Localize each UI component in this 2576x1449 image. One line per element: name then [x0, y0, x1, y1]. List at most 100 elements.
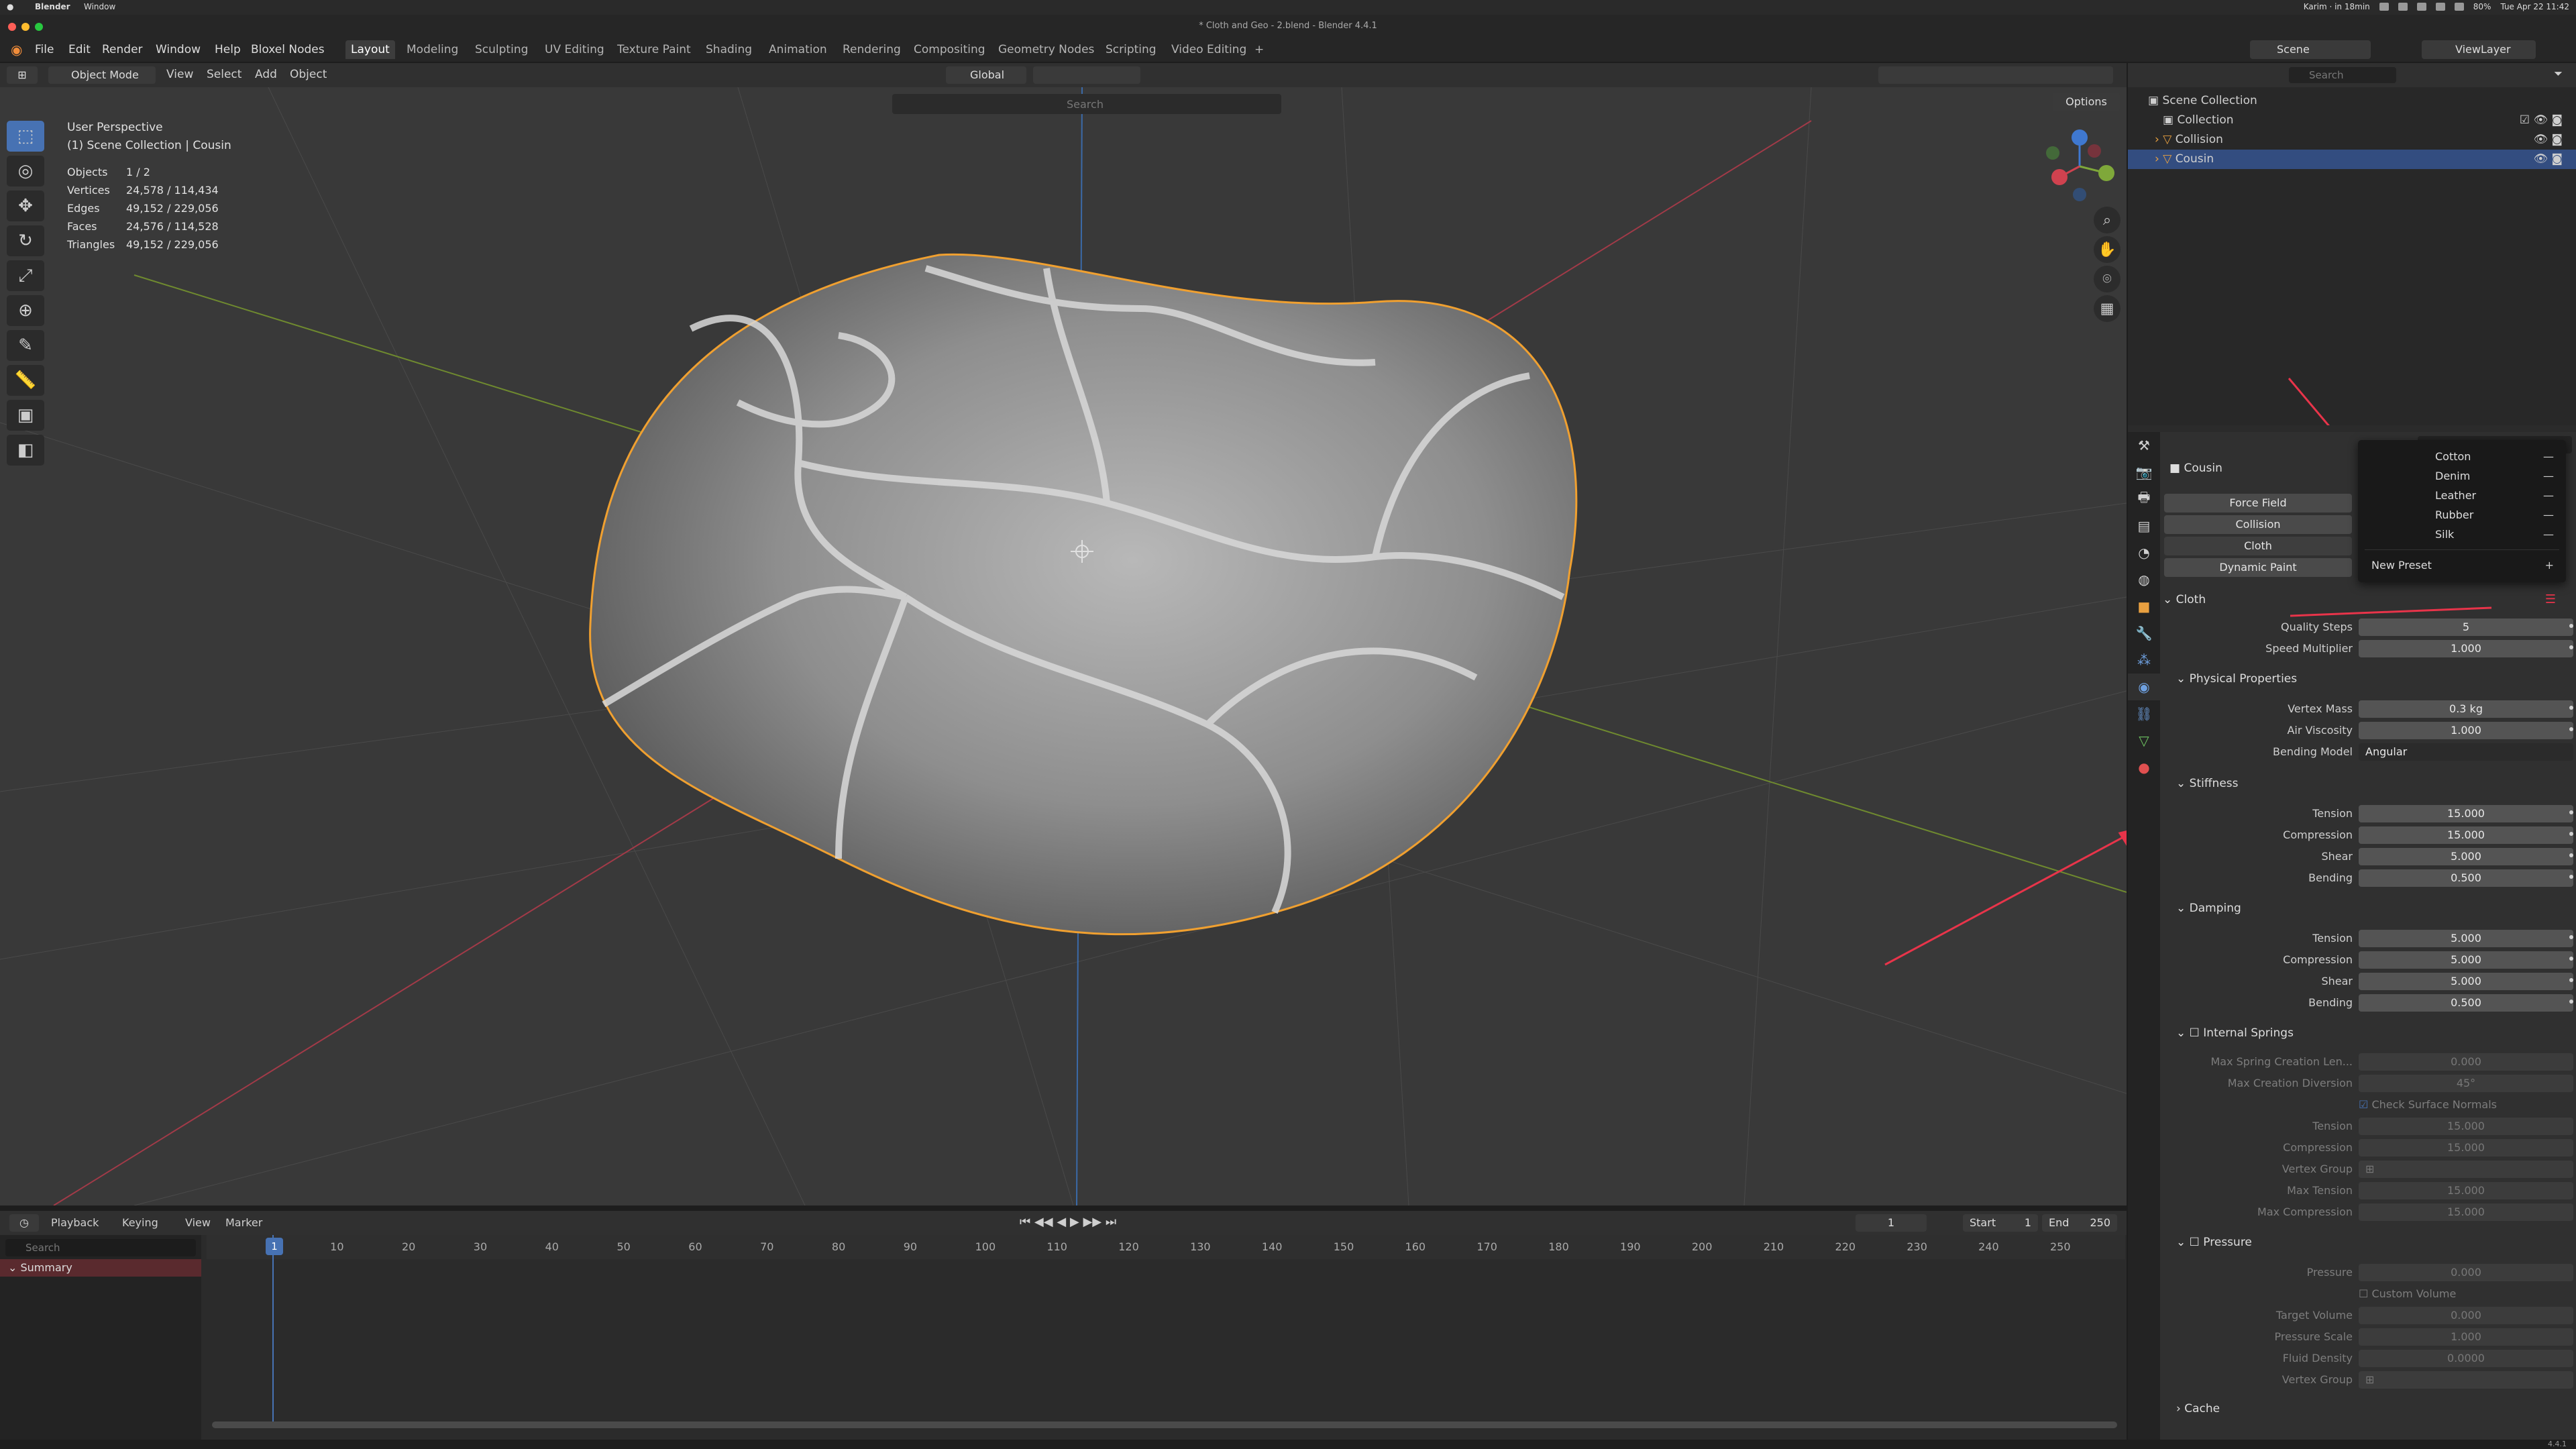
battery-status[interactable]: 80%: [2473, 2, 2491, 11]
preset-silk[interactable]: Silk —: [2358, 525, 2566, 544]
max-compression-field[interactable]: 15.000: [2359, 1203, 2573, 1221]
snapping-controls[interactable]: [1033, 66, 1140, 84]
internal-springs-header[interactable]: ⌄ ☐ Internal Springs: [2163, 1022, 2576, 1044]
check-surface-normals[interactable]: ☑ Check Surface Normals: [2163, 1095, 2576, 1115]
3d-viewport[interactable]: ⬚ ◎ ✥ ↻ ⤢ ⊕ ✎ 📏 ▣ ◧ User Perspective (1)…: [0, 87, 2127, 1205]
playhead[interactable]: [272, 1235, 274, 1423]
output-tab-icon[interactable]: 🖶: [2128, 486, 2160, 513]
stiffness-shear-field[interactable]: 5.000: [2359, 848, 2573, 865]
stiffness-tension-field[interactable]: 15.000: [2359, 805, 2573, 822]
particles-tab-icon[interactable]: ⁂: [2128, 647, 2160, 674]
preset-rubber[interactable]: Rubber —: [2358, 505, 2566, 525]
workspace-tab-rendering[interactable]: Rendering: [837, 40, 906, 59]
options-button[interactable]: Options: [2053, 93, 2120, 111]
speed-multiplier-field[interactable]: 1.000: [2359, 640, 2573, 657]
tool-tab-icon[interactable]: ⚒: [2128, 432, 2160, 459]
damping-header[interactable]: ⌄ Damping: [2163, 898, 2576, 919]
outliner-item[interactable]: › ▽ Cousin 👁 ◙: [2128, 150, 2576, 169]
clock[interactable]: Tue Apr 22 11:42: [2500, 2, 2569, 11]
spring-length-field[interactable]: 0.000: [2359, 1053, 2573, 1071]
menu-render[interactable]: Render: [102, 43, 143, 56]
modifier-tab-icon[interactable]: 🔧: [2128, 620, 2160, 647]
add-workspace-button[interactable]: +: [1249, 40, 1269, 59]
meeting-status[interactable]: Karim · in 18min: [2304, 2, 2370, 11]
preset-denim[interactable]: Denim —: [2358, 466, 2566, 486]
workspace-tab-sculpting[interactable]: Sculpting: [470, 40, 533, 59]
filter-icon[interactable]: ⏷: [2554, 67, 2563, 80]
measure-tool-icon[interactable]: 📏: [7, 365, 44, 396]
menu-edit[interactable]: Edit: [68, 43, 91, 56]
menu-playback[interactable]: Playback: [51, 1216, 99, 1229]
select-box-tool-icon[interactable]: ⬚: [7, 121, 44, 152]
end-frame-field[interactable]: End 250: [2042, 1214, 2117, 1232]
vertex-mass-field[interactable]: 0.3 kg: [2359, 700, 2573, 718]
collision-button[interactable]: Collision: [2164, 515, 2352, 534]
force-field-button[interactable]: Force Field: [2164, 494, 2352, 513]
menu-file[interactable]: File: [35, 43, 54, 56]
damping-compression-field[interactable]: 5.000: [2359, 951, 2573, 969]
quality-steps-field[interactable]: 5: [2359, 619, 2573, 636]
viewport-shading-controls[interactable]: [1878, 66, 2113, 84]
stiffness-bending-field[interactable]: 0.500: [2359, 869, 2573, 887]
damping-bending-field[interactable]: 0.500: [2359, 994, 2573, 1012]
perspective-grid-icon[interactable]: ▦: [2094, 295, 2121, 322]
internal-tension-field[interactable]: 15.000: [2359, 1118, 2573, 1135]
cloth-button[interactable]: Cloth: [2164, 537, 2352, 555]
damping-tension-field[interactable]: 5.000: [2359, 930, 2573, 947]
bending-model-dropdown[interactable]: Angular: [2359, 743, 2573, 761]
view-layer-selector[interactable]: ViewLayer: [2422, 40, 2536, 59]
max-tension-field[interactable]: 15.000: [2359, 1182, 2573, 1199]
status-icon[interactable]: [2416, 3, 2426, 11]
workspace-tab-shading[interactable]: Shading: [700, 40, 757, 59]
creation-diversion-field[interactable]: 45°: [2359, 1075, 2573, 1092]
view-layer-tab-icon[interactable]: ▤: [2128, 513, 2160, 539]
workspace-tab-scripting[interactable]: Scripting: [1100, 40, 1162, 59]
dynamic-paint-button[interactable]: Dynamic Paint: [2164, 558, 2352, 577]
search-input[interactable]: Search: [1067, 98, 1104, 111]
menu-add[interactable]: Add: [255, 68, 277, 81]
menu-bloxel-nodes[interactable]: Bloxel Nodes: [251, 43, 325, 56]
pressure-field[interactable]: 0.000: [2359, 1264, 2573, 1281]
annotate-tool-icon[interactable]: ✎: [7, 330, 44, 361]
workspace-tab-uv-editing[interactable]: UV Editing: [539, 40, 610, 59]
mode-selector[interactable]: Object Mode: [48, 66, 156, 84]
preset-leather[interactable]: Leather —: [2358, 486, 2566, 505]
outliner-collection[interactable]: ▣ Collection ☑ 👁 ◙: [2128, 111, 2576, 130]
menu-help[interactable]: Help: [215, 43, 241, 56]
move-tool-icon[interactable]: ✥: [7, 191, 44, 221]
outliner-search[interactable]: Search: [2289, 67, 2396, 83]
target-volume-field[interactable]: 0.000: [2359, 1307, 2573, 1324]
wifi-icon[interactable]: [2435, 3, 2445, 11]
scale-tool-icon[interactable]: ⤢: [7, 260, 44, 291]
pressure-vertex-group-field[interactable]: ⊞: [2359, 1371, 2573, 1389]
menu-view[interactable]: View: [166, 68, 193, 81]
fluid-density-field[interactable]: 0.0000: [2359, 1350, 2573, 1367]
new-preset-button[interactable]: New Preset +: [2358, 555, 2566, 575]
physical-properties-header[interactable]: ⌄ Physical Properties: [2163, 668, 2576, 690]
timeline[interactable]: Search ⌄ Summary 11020304050607080901001…: [0, 1235, 2127, 1440]
workspace-tab-modeling[interactable]: Modeling: [401, 40, 464, 59]
current-frame-field[interactable]: 1: [1856, 1214, 1927, 1232]
internal-compression-field[interactable]: 15.000: [2359, 1139, 2573, 1157]
menu-view[interactable]: View: [185, 1216, 211, 1229]
timeline-search[interactable]: Search: [5, 1239, 196, 1256]
workspace-tab-animation[interactable]: Animation: [763, 40, 833, 59]
data-tab-icon[interactable]: ▽: [2128, 727, 2160, 754]
world-tab-icon[interactable]: ◍: [2128, 566, 2160, 593]
workspace-tab-layout[interactable]: Layout: [345, 40, 395, 59]
window-menu[interactable]: Window: [84, 2, 115, 11]
rotate-tool-icon[interactable]: ↻: [7, 225, 44, 256]
add-primitive-tool-icon[interactable]: ◧: [7, 435, 44, 466]
menu-window[interactable]: Window: [156, 43, 201, 56]
outliner-scene-collection[interactable]: ▣ Scene Collection: [2128, 91, 2576, 111]
pressure-header[interactable]: ⌄ ☐ Pressure: [2163, 1232, 2576, 1253]
physics-tab-icon[interactable]: ◉: [2128, 674, 2160, 700]
outliner-item[interactable]: › ▽ Collision 👁 ◙: [2128, 130, 2576, 150]
preset-cotton[interactable]: Cotton —: [2358, 447, 2566, 466]
presets-menu-icon[interactable]: ☰: [2545, 589, 2556, 610]
frame-ruler[interactable]: 1102030405060708090100110120130140150160…: [207, 1235, 2125, 1259]
add-cube-tool-icon[interactable]: ▣: [7, 400, 44, 431]
status-icon[interactable]: [2379, 3, 2389, 11]
workspace-tab-texture-paint[interactable]: Texture Paint: [612, 40, 696, 59]
material-tab-icon[interactable]: ●: [2128, 754, 2160, 781]
